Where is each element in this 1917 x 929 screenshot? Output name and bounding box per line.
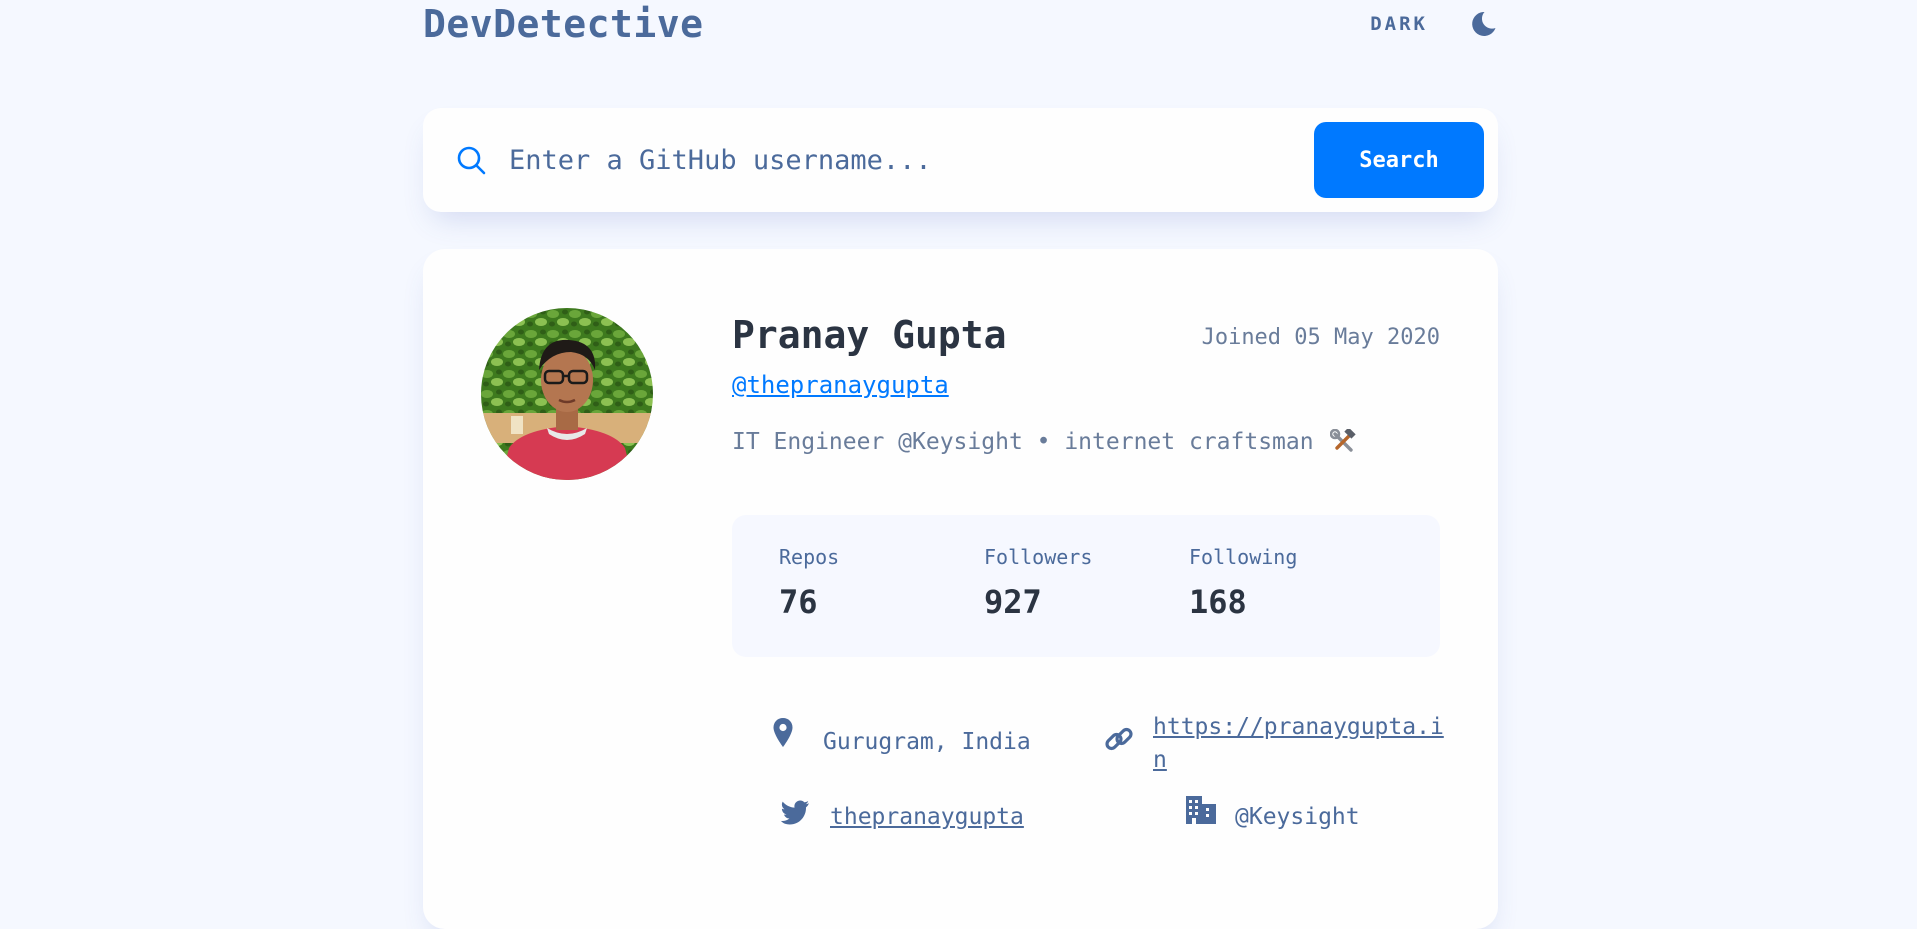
stat-followers-label: Followers (984, 545, 1093, 569)
profile-bio: IT Engineer @Keysight • internet craftsm… (732, 429, 1356, 455)
app: DevDetective DARK Search (423, 0, 1498, 929)
stat-following-value: 168 (1189, 583, 1247, 621)
stat-repos: Repos 76 (779, 545, 979, 621)
header: DevDetective DARK (423, 0, 1498, 60)
info-twitter: thepranaygupta (780, 799, 1024, 834)
moon-icon (1472, 11, 1496, 36)
link-icon (1105, 727, 1133, 751)
stat-following: Following 168 (1189, 545, 1389, 621)
info-location: Gurugram, India (772, 718, 1031, 759)
profile-name: Pranay Gupta (732, 313, 1007, 357)
info-website: https://pranaygupta.i n (1103, 711, 1444, 777)
building-icon (1186, 796, 1216, 824)
stat-followers: Followers 927 (984, 545, 1184, 621)
company-text: @Keysight (1235, 804, 1360, 830)
search-icon (457, 146, 486, 175)
location-text: Gurugram, India (823, 729, 1031, 755)
search-bar: Search (423, 108, 1498, 212)
brand-logo: DevDetective (423, 2, 704, 46)
twitter-link[interactable]: thepranaygupta (830, 801, 1024, 834)
avatar (481, 308, 653, 480)
website-text-line2: n (1153, 747, 1167, 773)
bio-text: IT Engineer @Keysight • internet craftsm… (732, 429, 1314, 455)
info-company: @Keysight (1185, 796, 1360, 834)
twitter-icon (780, 800, 809, 825)
hammer-and-wrench-icon (1329, 429, 1356, 452)
theme-label: DARK (1370, 13, 1428, 35)
location-pin-icon (773, 718, 793, 747)
website-text-line1: https://pranaygupta.i (1153, 714, 1444, 740)
website-link[interactable]: https://pranaygupta.i n (1153, 711, 1444, 777)
stat-followers-value: 927 (984, 583, 1042, 621)
theme-toggle[interactable]: DARK (1370, 4, 1498, 44)
profile-card: Pranay Gupta Joined 05 May 2020 @thepran… (423, 249, 1498, 929)
stat-repos-label: Repos (779, 545, 840, 569)
joined-date: Joined 05 May 2020 (1201, 325, 1440, 350)
search-button[interactable]: Search (1314, 122, 1484, 198)
search-input[interactable] (509, 138, 1209, 182)
stat-repos-value: 76 (779, 583, 818, 621)
stat-following-label: Following (1189, 545, 1298, 569)
profile-login-link[interactable]: @thepranaygupta (732, 371, 949, 399)
stats-panel: Repos 76 Followers 927 Following 168 (732, 515, 1440, 657)
